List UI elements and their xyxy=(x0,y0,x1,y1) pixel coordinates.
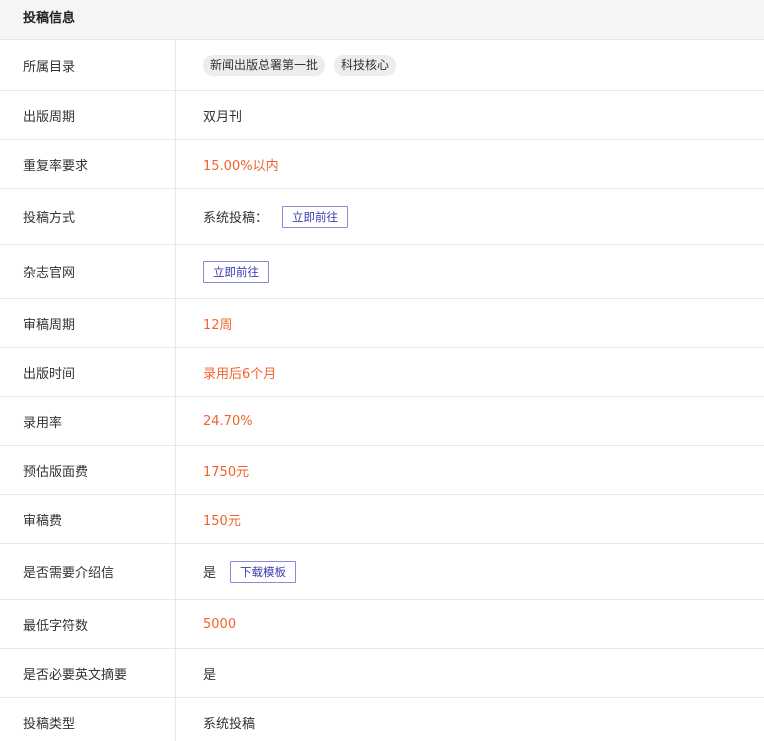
row-accept-rate: 录用率 24.70% xyxy=(0,397,764,446)
row-label: 最低字符数 xyxy=(0,600,176,648)
download-template-button[interactable]: 下载模板 xyxy=(230,560,297,583)
row-label: 所属目录 xyxy=(0,40,176,90)
row-label: 投稿类型 xyxy=(0,698,176,741)
row-catalog: 所属目录 新闻出版总署第一批 科技核心 xyxy=(0,40,764,91)
row-submit-method: 投稿方式 系统投稿： 立即前往 xyxy=(0,189,764,245)
row-value: 12周 xyxy=(203,317,233,333)
row-review-cycle: 审稿周期 12周 xyxy=(0,299,764,348)
intro-letter-text: 是 xyxy=(203,566,217,581)
submit-method-text: 系统投稿： xyxy=(203,211,269,226)
row-repeat-rate: 重复率要求 15.00%以内 xyxy=(0,140,764,189)
row-review-fee: 审稿费 150元 xyxy=(0,495,764,544)
submit-go-button[interactable]: 立即前往 xyxy=(282,205,349,228)
row-value: 双月刊 xyxy=(203,109,243,125)
row-value: 系统投稿： 立即前往 xyxy=(176,189,764,244)
row-label: 审稿周期 xyxy=(0,299,176,347)
row-label: 重复率要求 xyxy=(0,140,176,188)
row-value: 立即前往 xyxy=(176,245,764,298)
row-label: 出版周期 xyxy=(0,91,176,139)
row-label: 投稿方式 xyxy=(0,189,176,244)
row-label: 是否必要英文摘要 xyxy=(0,649,176,697)
row-value: 15.00%以内 xyxy=(203,158,279,174)
row-value: 新闻出版总署第一批 科技核心 xyxy=(176,40,764,90)
row-value: 是 xyxy=(203,667,217,683)
row-page-fee: 预估版面费 1750元 xyxy=(0,446,764,495)
row-cycle: 出版周期 双月刊 xyxy=(0,91,764,140)
row-label: 录用率 xyxy=(0,397,176,445)
row-submit-type: 投稿类型 系统投稿 xyxy=(0,698,764,741)
row-label: 杂志官网 xyxy=(0,245,176,298)
panel-title: 投稿信息 xyxy=(0,0,764,40)
submission-info-panel: 投稿信息 所属目录 新闻出版总署第一批 科技核心 出版周期 双月刊 重复率要求 … xyxy=(0,0,764,741)
row-english-abstract: 是否必要英文摘要 是 xyxy=(0,649,764,698)
row-value: 1750元 xyxy=(203,464,250,480)
row-min-chars: 最低字符数 5000 xyxy=(0,600,764,649)
row-label: 审稿费 xyxy=(0,495,176,543)
row-value: 系统投稿 xyxy=(203,716,256,732)
row-value: 150元 xyxy=(203,513,241,529)
row-intro-letter: 是否需要介绍信 是 下载模板 xyxy=(0,544,764,600)
row-value: 是 下载模板 xyxy=(176,544,764,599)
row-value: 5000 xyxy=(203,616,237,632)
row-value: 24.70% xyxy=(203,413,253,429)
catalog-tag: 科技核心 xyxy=(334,54,397,76)
row-label: 是否需要介绍信 xyxy=(0,544,176,599)
row-label: 预估版面费 xyxy=(0,446,176,494)
row-publish-time: 出版时间 录用后6个月 xyxy=(0,348,764,397)
website-go-button[interactable]: 立即前往 xyxy=(203,260,269,283)
row-value: 录用后6个月 xyxy=(203,366,277,382)
catalog-tag: 新闻出版总署第一批 xyxy=(203,54,326,76)
row-website: 杂志官网 立即前往 xyxy=(0,245,764,299)
row-label: 出版时间 xyxy=(0,348,176,396)
